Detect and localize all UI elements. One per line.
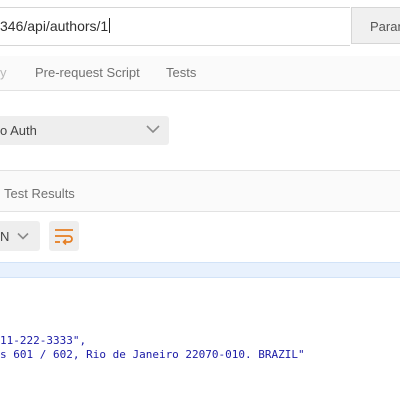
text-caret: [109, 18, 111, 33]
tab-test-results[interactable]: Test Results: [4, 186, 75, 201]
params-label: Paran: [370, 19, 400, 34]
active-line-highlight: [0, 262, 400, 278]
response-body-line: s 601 / 602, Rio de Janeiro 22070-010. B…: [0, 348, 305, 361]
response-body-line: 11-222-3333",: [0, 334, 87, 347]
chevron-down-icon: [17, 232, 29, 240]
url-value: 346/api/authors/1: [0, 18, 109, 34]
url-text[interactable]: 346/api/authors/1: [0, 18, 111, 34]
format-value: N: [0, 229, 10, 244]
tab-pre-request-script[interactable]: Pre-request Script: [35, 65, 140, 80]
chevron-down-icon: [146, 125, 160, 134]
tab-body[interactable]: y: [0, 65, 7, 80]
auth-type-value: o Auth: [0, 123, 37, 138]
wrap-lines-icon: [55, 229, 73, 245]
tab-tests[interactable]: Tests: [166, 65, 196, 80]
